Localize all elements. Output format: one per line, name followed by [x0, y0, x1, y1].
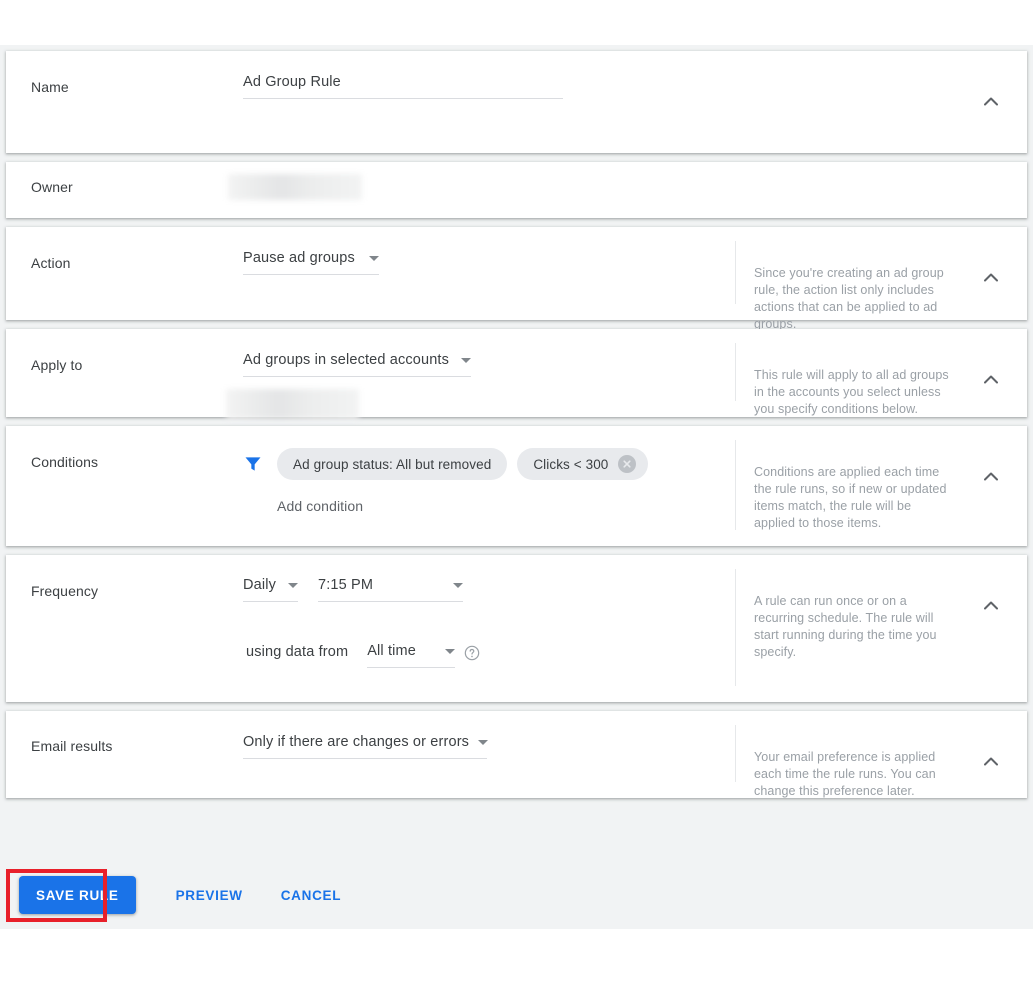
- action-select[interactable]: Pause ad groups: [243, 250, 379, 275]
- apply-to-card-body: Ad groups in selected accounts: [221, 329, 735, 417]
- frequency-card: Frequency Daily 7:15 PM: [6, 555, 1027, 702]
- close-icon: [622, 459, 632, 469]
- frequency-interval-value: Daily: [243, 577, 276, 593]
- apply-to-help-text: This rule will apply to all ad groups in…: [754, 367, 954, 418]
- chip-remove-icon[interactable]: [618, 455, 636, 473]
- condition-chip-status-label: Ad group status: All but removed: [293, 457, 491, 472]
- conditions-card-body: Ad group status: All but removed Clicks …: [221, 426, 735, 546]
- frequency-interval-select[interactable]: Daily: [243, 577, 298, 602]
- frequency-card-body: Daily 7:15 PM using data from: [221, 555, 735, 702]
- date-range-select[interactable]: All time: [367, 643, 455, 668]
- add-condition-button[interactable]: Add condition: [277, 498, 363, 514]
- condition-chip-clicks[interactable]: Clicks < 300: [517, 448, 648, 480]
- chevron-down-icon: [461, 358, 471, 363]
- email-results-card: Email results Only if there are changes …: [6, 711, 1027, 798]
- chevron-up-icon: [984, 375, 998, 384]
- email-results-card-body: Only if there are changes or errors: [221, 711, 735, 798]
- name-help-region: [735, 65, 1027, 137]
- selected-account-redacted: [226, 389, 359, 419]
- action-help-region: Since you're creating an ad group rule, …: [735, 241, 1027, 304]
- condition-chip-clicks-label: Clicks < 300: [533, 457, 608, 472]
- using-data-from-label: using data from: [246, 644, 348, 668]
- frequency-collapse-button[interactable]: [979, 593, 1003, 617]
- conditions-chip-row: Ad group status: All but removed Clicks …: [243, 448, 735, 480]
- frequency-time-value: 7:15 PM: [318, 577, 373, 593]
- action-card: Action Pause ad groups Since you're crea…: [6, 227, 1027, 320]
- name-card-body: [221, 51, 735, 153]
- chevron-down-icon: [288, 583, 298, 588]
- help-circle-icon[interactable]: [464, 645, 480, 661]
- chevron-down-icon: [478, 740, 488, 745]
- date-range-value: All time: [367, 643, 416, 659]
- frequency-interval-inner: Daily: [243, 577, 298, 602]
- conditions-help-text: Conditions are applied each time the rul…: [754, 464, 954, 532]
- chevron-up-icon: [984, 97, 998, 106]
- chevron-up-icon: [984, 757, 998, 766]
- email-results-help-region: Your email preference is applied each ti…: [735, 725, 1027, 782]
- apply-to-label: Apply to: [6, 329, 221, 417]
- frequency-schedule-row: Daily 7:15 PM: [221, 577, 735, 602]
- name-card: Name: [6, 51, 1027, 153]
- save-rule-button[interactable]: SAVE RULE: [19, 876, 136, 914]
- conditions-collapse-button[interactable]: [979, 464, 1003, 488]
- preview-button[interactable]: PREVIEW: [164, 877, 255, 913]
- email-results-help-text: Your email preference is applied each ti…: [754, 749, 954, 800]
- frequency-help-region: A rule can run once or on a recurring sc…: [735, 569, 1027, 686]
- email-results-inner: Only if there are changes or errors: [243, 734, 487, 759]
- action-card-body: Pause ad groups: [221, 227, 735, 320]
- chevron-down-icon: [453, 583, 463, 588]
- date-range-inner: All time: [367, 643, 455, 668]
- condition-chip-status[interactable]: Ad group status: All but removed: [277, 448, 507, 480]
- apply-to-card: Apply to Ad groups in selected accounts …: [6, 329, 1027, 417]
- chevron-up-icon: [984, 472, 998, 481]
- owner-label: Owner: [6, 162, 221, 218]
- chevron-down-icon: [445, 649, 455, 654]
- frequency-time-inner: 7:15 PM: [318, 577, 463, 602]
- apply-to-collapse-button[interactable]: [979, 367, 1003, 391]
- frequency-data-range-row: using data from All time: [221, 643, 735, 668]
- conditions-card: Conditions Ad group status: All but remo…: [6, 426, 1027, 546]
- frequency-time-select[interactable]: 7:15 PM: [318, 577, 463, 602]
- email-results-collapse-button[interactable]: [979, 749, 1003, 773]
- rule-editor-page: Name Owner: [0, 0, 1033, 982]
- chevron-down-icon: [369, 256, 379, 261]
- action-select-value: Pause ad groups: [243, 250, 355, 266]
- email-results-select[interactable]: Only if there are changes or errors: [243, 734, 487, 759]
- email-results-label: Email results: [6, 711, 221, 798]
- owner-card-body: [221, 162, 735, 218]
- page-bottom-spacer: [0, 929, 1033, 982]
- filter-icon[interactable]: [243, 454, 263, 474]
- cancel-button[interactable]: CANCEL: [269, 877, 353, 913]
- owner-value-redacted: [228, 174, 362, 200]
- action-help-text: Since you're creating an ad group rule, …: [754, 265, 954, 333]
- apply-to-select-value: Ad groups in selected accounts: [243, 352, 449, 368]
- frequency-help-text: A rule can run once or on a recurring sc…: [754, 593, 954, 661]
- rule-name-input[interactable]: [243, 74, 563, 98]
- owner-card: Owner: [6, 162, 1027, 218]
- conditions-help-region: Conditions are applied each time the rul…: [735, 440, 1027, 530]
- apply-to-select[interactable]: Ad groups in selected accounts: [243, 352, 471, 377]
- email-results-value: Only if there are changes or errors: [243, 734, 469, 750]
- form-action-bar: SAVE RULE PREVIEW CANCEL: [0, 861, 1033, 929]
- rule-name-underline: [243, 98, 563, 99]
- action-select-inner: Pause ad groups: [243, 250, 379, 275]
- apply-to-help-region: This rule will apply to all ad groups in…: [735, 343, 1027, 401]
- name-collapse-button[interactable]: [979, 89, 1003, 113]
- owner-help-region: [735, 162, 1027, 218]
- frequency-label: Frequency: [6, 555, 221, 702]
- rule-form-scroll-area: Name Owner: [0, 45, 1033, 925]
- name-label: Name: [6, 51, 221, 153]
- apply-to-select-inner: Ad groups in selected accounts: [243, 352, 471, 377]
- rule-name-field[interactable]: [243, 73, 563, 99]
- action-collapse-button[interactable]: [979, 265, 1003, 289]
- chevron-up-icon: [984, 273, 998, 282]
- chevron-up-icon: [984, 601, 998, 610]
- conditions-label: Conditions: [6, 426, 221, 546]
- action-label: Action: [6, 227, 221, 320]
